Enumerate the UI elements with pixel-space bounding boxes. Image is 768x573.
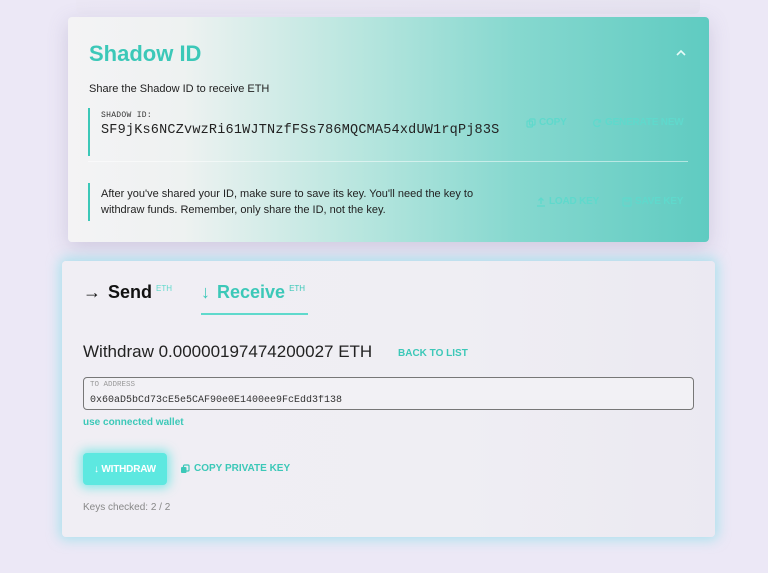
shadow-id-title: Shadow ID bbox=[89, 41, 202, 66]
withdraw-title: Withdraw 0.00000197474200027 ETH bbox=[83, 342, 373, 361]
copy-button[interactable]: COPY bbox=[526, 117, 567, 128]
shadow-id-block: SHADOW ID: SF9jKs6NCZvwzRi61WJTNzfFSs786… bbox=[88, 108, 499, 156]
load-key-label: LOAD KEY bbox=[549, 196, 600, 207]
load-key-button[interactable]: LOAD KEY bbox=[536, 196, 599, 207]
tab-send-label: Send bbox=[108, 282, 153, 302]
tab-send-currency: ETH bbox=[156, 284, 173, 293]
copy-label: COPY bbox=[539, 117, 567, 128]
divider bbox=[88, 161, 688, 162]
generate-new-label: GENERATE NEW bbox=[605, 117, 684, 128]
to-address-input[interactable] bbox=[90, 395, 687, 406]
shadow-id-label: SHADOW ID: bbox=[101, 111, 153, 120]
chevron-up-icon[interactable] bbox=[675, 47, 687, 59]
copy-icon bbox=[181, 463, 190, 473]
save-icon bbox=[622, 196, 632, 207]
arrow-down-icon: ↓ bbox=[201, 282, 210, 302]
tab-receive-currency: ETH bbox=[289, 284, 306, 293]
copy-private-key-label: COPY PRIVATE KEY bbox=[194, 463, 291, 474]
copy-private-key-button[interactable]: COPY PRIVATE KEY bbox=[180, 463, 290, 474]
to-address-field[interactable]: TO ADDRESS bbox=[83, 377, 694, 410]
active-tab-indicator bbox=[201, 313, 308, 315]
to-address-label: TO ADDRESS bbox=[90, 381, 136, 389]
save-key-label: SAVE KEY bbox=[635, 196, 684, 207]
copy-icon bbox=[526, 117, 536, 128]
generate-new-button[interactable]: GENERATE NEW bbox=[592, 117, 684, 128]
shadow-id-subtitle: Share the Shadow ID to receive ETH bbox=[89, 83, 270, 95]
top-card-edge bbox=[76, 0, 700, 14]
keys-checked-status: Keys checked: 2 / 2 bbox=[83, 502, 171, 513]
tab-receive-label: Receive bbox=[217, 282, 286, 302]
save-key-note: After you've shared your ID, make sure t… bbox=[88, 183, 488, 221]
shadow-id-card: Shadow ID Share the Shadow ID to receive… bbox=[68, 17, 709, 242]
tab-receive[interactable]: ↓ Receive ETH bbox=[201, 282, 305, 303]
arrow-right-icon: → bbox=[83, 282, 101, 302]
upload-icon bbox=[537, 196, 545, 207]
transaction-card: → Send ETH ↓ Receive ETH Withdraw 0.0000… bbox=[62, 261, 715, 537]
refresh-icon bbox=[593, 118, 602, 127]
back-to-list-link[interactable]: BACK TO LIST bbox=[398, 348, 468, 359]
save-key-button[interactable]: SAVE KEY bbox=[622, 196, 683, 207]
use-connected-wallet-link[interactable]: use connected wallet bbox=[83, 417, 184, 428]
shadow-id-value: SF9jKs6NCZvwzRi61WJTNzfFSs786MQCMA54xdUW… bbox=[101, 123, 500, 138]
tab-send[interactable]: → Send ETH bbox=[83, 282, 172, 303]
withdraw-button[interactable]: ↓ WITHDRAW bbox=[83, 453, 167, 485]
